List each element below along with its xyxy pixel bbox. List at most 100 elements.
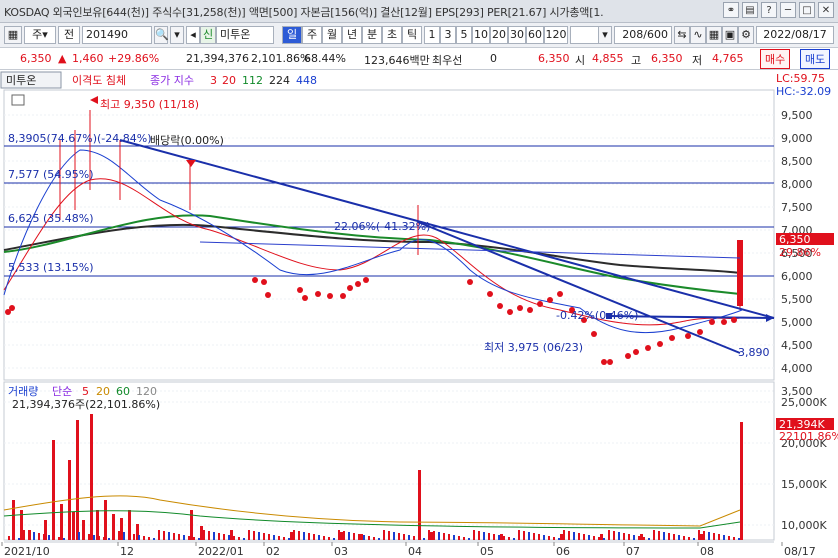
volume-ratio: 68.44% bbox=[304, 52, 346, 65]
volume-bar bbox=[158, 530, 160, 540]
interval-120[interactable]: 120 bbox=[544, 26, 568, 44]
volume-bar bbox=[430, 532, 433, 540]
volume-bar bbox=[228, 535, 230, 540]
volume-bar bbox=[123, 532, 125, 540]
table-icon[interactable] bbox=[11, 94, 25, 106]
volume-bar bbox=[313, 534, 315, 540]
price-tick-label: 9,500 bbox=[781, 109, 813, 122]
price-tick-label: 5,500 bbox=[781, 293, 813, 306]
volume-bar bbox=[488, 533, 490, 540]
annotation-trend1: -22.06%(-41.32%) bbox=[330, 220, 430, 233]
volume-bar bbox=[598, 537, 600, 540]
volume-bar bbox=[678, 535, 680, 540]
interval-10[interactable]: 10 bbox=[472, 26, 490, 44]
volume-bar bbox=[328, 537, 330, 540]
volume-bar bbox=[303, 532, 305, 540]
prev-icon[interactable]: ◂ bbox=[186, 26, 200, 44]
volume-bar bbox=[93, 535, 95, 540]
dropdown-icon[interactable]: ▾ bbox=[170, 26, 184, 44]
pattern-icon[interactable]: ∿ bbox=[690, 26, 706, 44]
volume-bar bbox=[503, 536, 505, 540]
interval-60[interactable]: 60 bbox=[526, 26, 544, 44]
volume-bar bbox=[583, 534, 585, 540]
volume-bar bbox=[133, 534, 135, 540]
volume-bar bbox=[253, 531, 255, 540]
tab-daily[interactable]: 일 bbox=[282, 26, 302, 44]
volume-bar bbox=[118, 531, 120, 540]
grid-view-icon[interactable]: ▦ bbox=[706, 26, 722, 44]
sell-button[interactable]: 매도 bbox=[800, 49, 831, 69]
annotation-high: 최고 9,350 (11/18) bbox=[100, 98, 199, 111]
gear-icon[interactable]: ⚙ bbox=[738, 26, 754, 44]
tab-weekly[interactable]: 주 bbox=[302, 26, 322, 44]
volume-bar bbox=[640, 534, 643, 540]
volume-bar bbox=[740, 422, 743, 540]
quote-bar: 6,350 ▲ 1,460 +29.86% 21,394,376 2,101.8… bbox=[0, 48, 838, 70]
tab-minute[interactable]: 분 bbox=[362, 26, 382, 44]
minimize-icon[interactable]: ─ bbox=[780, 2, 796, 18]
volume-bar bbox=[168, 532, 170, 540]
volume-bar bbox=[728, 536, 730, 540]
volume-bar bbox=[163, 531, 165, 540]
help-icon[interactable]: ? bbox=[761, 2, 777, 18]
stock-code-input[interactable]: 201490 bbox=[82, 26, 152, 44]
legend-indicator: 이격도 침체 bbox=[72, 74, 126, 87]
volume-bar bbox=[73, 531, 75, 540]
price-change-pct: +29.86% bbox=[108, 52, 160, 65]
volume-bar bbox=[288, 538, 290, 540]
volume-bar bbox=[523, 531, 525, 540]
volume-bar bbox=[568, 531, 570, 540]
volume-bar bbox=[548, 536, 550, 540]
volume-current-pct: 22101.86% bbox=[779, 430, 838, 443]
volume-bar bbox=[543, 535, 545, 540]
volume-bar bbox=[663, 532, 665, 540]
interval-3[interactable]: 3 bbox=[440, 26, 456, 44]
market-select[interactable]: 주▾ bbox=[24, 26, 56, 44]
volume-bar bbox=[218, 533, 220, 540]
maximize-icon[interactable]: □ bbox=[799, 2, 815, 18]
compare-icon[interactable]: ⇆ bbox=[674, 26, 690, 44]
buy-button[interactable]: 매수 bbox=[760, 49, 791, 69]
volume-bar bbox=[600, 534, 603, 540]
tab-second[interactable]: 초 bbox=[382, 26, 402, 44]
current-price: 6,350 bbox=[20, 52, 52, 65]
volume-bar bbox=[458, 536, 460, 540]
tab-monthly[interactable]: 월 bbox=[322, 26, 342, 44]
volume-bar bbox=[413, 536, 415, 540]
close-icon[interactable]: ✕ bbox=[818, 2, 834, 18]
volume-bar bbox=[88, 534, 90, 540]
volume-bar bbox=[658, 531, 660, 540]
grid-icon[interactable]: ▦ bbox=[4, 26, 22, 44]
current-pct-tag: 29.86% bbox=[779, 246, 821, 259]
search-icon[interactable]: 🔍 bbox=[154, 26, 169, 44]
tab-tick[interactable]: 틱 bbox=[402, 26, 422, 44]
volume-bar bbox=[633, 535, 635, 540]
stock-chart[interactable]: 미투온 이격도 침체 종가 지수 3 20 112 224 448 LC:59.… bbox=[0, 70, 838, 558]
volume-bar bbox=[448, 534, 450, 540]
trend-line-main bbox=[119, 139, 775, 319]
interval-30[interactable]: 30 bbox=[508, 26, 526, 44]
interval-1[interactable]: 1 bbox=[424, 26, 440, 44]
open-label: 시 bbox=[575, 54, 586, 67]
date-field[interactable]: 2022/08/17 bbox=[756, 26, 834, 44]
volume-bar bbox=[403, 534, 405, 540]
volume-bar bbox=[52, 440, 55, 540]
volume-bar bbox=[96, 510, 99, 540]
volume-bar bbox=[63, 538, 65, 540]
volume-bar bbox=[108, 538, 110, 540]
period-select[interactable]: 전 bbox=[58, 26, 80, 44]
tab-yearly[interactable]: 년 bbox=[342, 26, 362, 44]
volume-bar bbox=[388, 531, 390, 540]
interval-5[interactable]: 5 bbox=[456, 26, 472, 44]
legend-ma-20: 20 bbox=[222, 74, 236, 87]
window-menu-icon[interactable]: ▤ bbox=[742, 2, 758, 18]
volume-bar bbox=[478, 531, 480, 540]
x-axis: 2021/10 12 2022/01 02 03 04 05 06 07 08 08/17 bbox=[1, 542, 816, 558]
volume-bar bbox=[418, 470, 421, 540]
high-label: 고 bbox=[631, 54, 642, 67]
interval-20[interactable]: 20 bbox=[490, 26, 508, 44]
save-icon[interactable]: ▣ bbox=[722, 26, 738, 44]
link-icon[interactable]: ⚭ bbox=[723, 2, 739, 18]
volume-bar bbox=[638, 536, 640, 540]
chevron-down-icon[interactable]: ▾ bbox=[598, 26, 612, 44]
